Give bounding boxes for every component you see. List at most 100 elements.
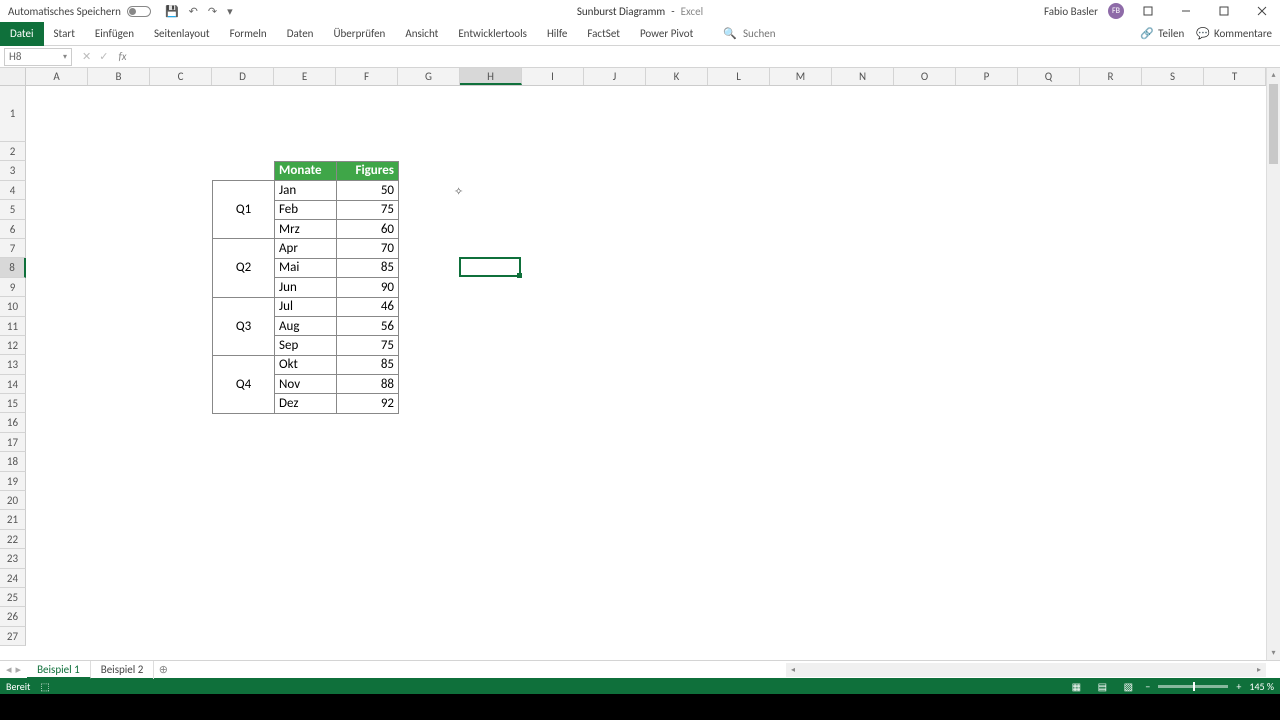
quarter-cell[interactable]: Q4 — [213, 355, 275, 413]
row-header-11[interactable]: 11 — [0, 317, 26, 336]
col-header-G[interactable]: G — [398, 68, 460, 85]
zoom-in-icon[interactable]: + — [1236, 680, 1241, 693]
col-header-J[interactable]: J — [584, 68, 646, 85]
zoom-slider[interactable] — [1158, 685, 1228, 688]
col-header-M[interactable]: M — [770, 68, 832, 85]
col-header-N[interactable]: N — [832, 68, 894, 85]
row-header-22[interactable]: 22 — [0, 530, 26, 549]
row-header-15[interactable]: 15 — [0, 394, 26, 413]
row-header-19[interactable]: 19 — [0, 472, 26, 491]
row-header-14[interactable]: 14 — [0, 375, 26, 394]
horizontal-scrollbar[interactable]: ◂ ▸ — [786, 663, 1266, 677]
month-cell[interactable]: Aug — [275, 316, 337, 335]
scroll-left-icon[interactable]: ◂ — [786, 663, 800, 677]
col-header-B[interactable]: B — [88, 68, 150, 85]
quarter-cell[interactable]: Q1 — [213, 181, 275, 239]
row-header-18[interactable]: 18 — [0, 452, 26, 471]
month-cell[interactable]: Sep — [275, 336, 337, 355]
col-header-A[interactable]: A — [26, 68, 88, 85]
save-icon[interactable]: 💾 — [165, 5, 179, 18]
row-header-7[interactable]: 7 — [0, 239, 26, 258]
comments-button[interactable]: 💬 Kommentare — [1196, 27, 1272, 40]
month-cell[interactable]: Jun — [275, 278, 337, 297]
row-header-25[interactable]: 25 — [0, 588, 26, 607]
month-cell[interactable]: Nov — [275, 375, 337, 394]
tab-seitenlayout[interactable]: Seitenlayout — [144, 22, 220, 46]
tell-me-search[interactable]: 🔍 — [723, 27, 823, 40]
macro-record-icon[interactable]: ⬚ — [40, 680, 49, 693]
tab-entwicklertools[interactable]: Entwicklertools — [448, 22, 537, 46]
qat-dropdown-icon[interactable]: ▾ — [227, 5, 233, 18]
tab-ansicht[interactable]: Ansicht — [395, 22, 448, 46]
row-header-6[interactable]: 6 — [0, 220, 26, 239]
value-cell[interactable]: 60 — [337, 219, 399, 238]
row-header-2[interactable]: 2 — [0, 142, 26, 161]
col-header-F[interactable]: F — [336, 68, 398, 85]
enter-icon[interactable]: ✓ — [99, 50, 108, 63]
row-header-26[interactable]: 26 — [0, 607, 26, 626]
vertical-scrollbar[interactable]: ▴ ▾ — [1266, 68, 1280, 660]
tab-start[interactable]: Start — [44, 22, 85, 46]
minimize-icon[interactable] — [1172, 0, 1200, 22]
value-cell[interactable]: 85 — [337, 258, 399, 277]
redo-icon[interactable]: ↷ — [208, 5, 217, 18]
autosave-toggle[interactable]: Automatisches Speichern — [0, 5, 151, 18]
col-header-H[interactable]: H — [460, 68, 522, 85]
month-cell[interactable]: Dez — [275, 394, 337, 413]
col-header-E[interactable]: E — [274, 68, 336, 85]
zoom-level[interactable]: 145 % — [1249, 680, 1274, 693]
col-header-K[interactable]: K — [646, 68, 708, 85]
cells-area[interactable]: Monate Figures Q1Jan50Feb75Mrz60Q2Apr70M… — [26, 86, 1266, 660]
col-header-S[interactable]: S — [1142, 68, 1204, 85]
close-icon[interactable] — [1248, 0, 1276, 22]
normal-view-icon[interactable]: ▦ — [1067, 679, 1085, 693]
search-input[interactable] — [743, 27, 823, 40]
row-header-10[interactable]: 10 — [0, 297, 26, 316]
user-avatar[interactable]: FB — [1108, 3, 1124, 19]
table-row[interactable]: Q1Jan50 — [213, 181, 399, 200]
share-button[interactable]: 🔗 Teilen — [1140, 27, 1184, 40]
col-header-C[interactable]: C — [150, 68, 212, 85]
tab-power pivot[interactable]: Power Pivot — [630, 22, 703, 46]
col-header-D[interactable]: D — [212, 68, 274, 85]
page-layout-view-icon[interactable]: ▤ — [1093, 679, 1111, 693]
table-row[interactable]: Q3Jul46 — [213, 297, 399, 316]
row-header-1[interactable]: 1 — [0, 86, 26, 142]
tab-factset[interactable]: FactSet — [577, 22, 630, 46]
value-cell[interactable]: 75 — [337, 336, 399, 355]
row-header-21[interactable]: 21 — [0, 510, 26, 529]
sheet-nav-next-icon[interactable]: ▸ — [16, 663, 22, 676]
spreadsheet-grid[interactable]: ABCDEFGHIJKLMNOPQRST 1234567891011121314… — [0, 68, 1280, 660]
value-cell[interactable]: 85 — [337, 355, 399, 374]
table-row[interactable]: Q2Apr70 — [213, 239, 399, 258]
col-header-T[interactable]: T — [1204, 68, 1266, 85]
header-months[interactable]: Monate — [275, 161, 337, 180]
value-cell[interactable]: 88 — [337, 375, 399, 394]
sheet-tab[interactable]: Beispiel 2 — [91, 661, 155, 679]
tab-daten[interactable]: Daten — [277, 22, 324, 46]
month-cell[interactable]: Jan — [275, 181, 337, 200]
value-cell[interactable]: 50 — [337, 181, 399, 200]
maximize-icon[interactable] — [1210, 0, 1238, 22]
page-break-view-icon[interactable]: ▧ — [1119, 679, 1137, 693]
row-header-13[interactable]: 13 — [0, 355, 26, 374]
zoom-out-icon[interactable]: − — [1145, 680, 1150, 693]
value-cell[interactable]: 70 — [337, 239, 399, 258]
tab-datei[interactable]: Datei — [0, 22, 44, 46]
col-header-L[interactable]: L — [708, 68, 770, 85]
month-cell[interactable]: Okt — [275, 355, 337, 374]
month-cell[interactable]: Mrz — [275, 219, 337, 238]
col-header-Q[interactable]: Q — [1018, 68, 1080, 85]
row-header-17[interactable]: 17 — [0, 433, 26, 452]
month-cell[interactable]: Jul — [275, 297, 337, 316]
formula-input[interactable] — [133, 48, 1280, 66]
ribbon-display-icon[interactable] — [1134, 0, 1162, 22]
col-header-I[interactable]: I — [522, 68, 584, 85]
row-header-16[interactable]: 16 — [0, 413, 26, 432]
col-header-P[interactable]: P — [956, 68, 1018, 85]
row-header-3[interactable]: 3 — [0, 161, 26, 180]
sheet-nav-prev-icon[interactable]: ◂ — [6, 663, 12, 676]
name-box[interactable]: H8 — [4, 48, 72, 66]
tab-formeln[interactable]: Formeln — [220, 22, 277, 46]
value-cell[interactable]: 90 — [337, 278, 399, 297]
